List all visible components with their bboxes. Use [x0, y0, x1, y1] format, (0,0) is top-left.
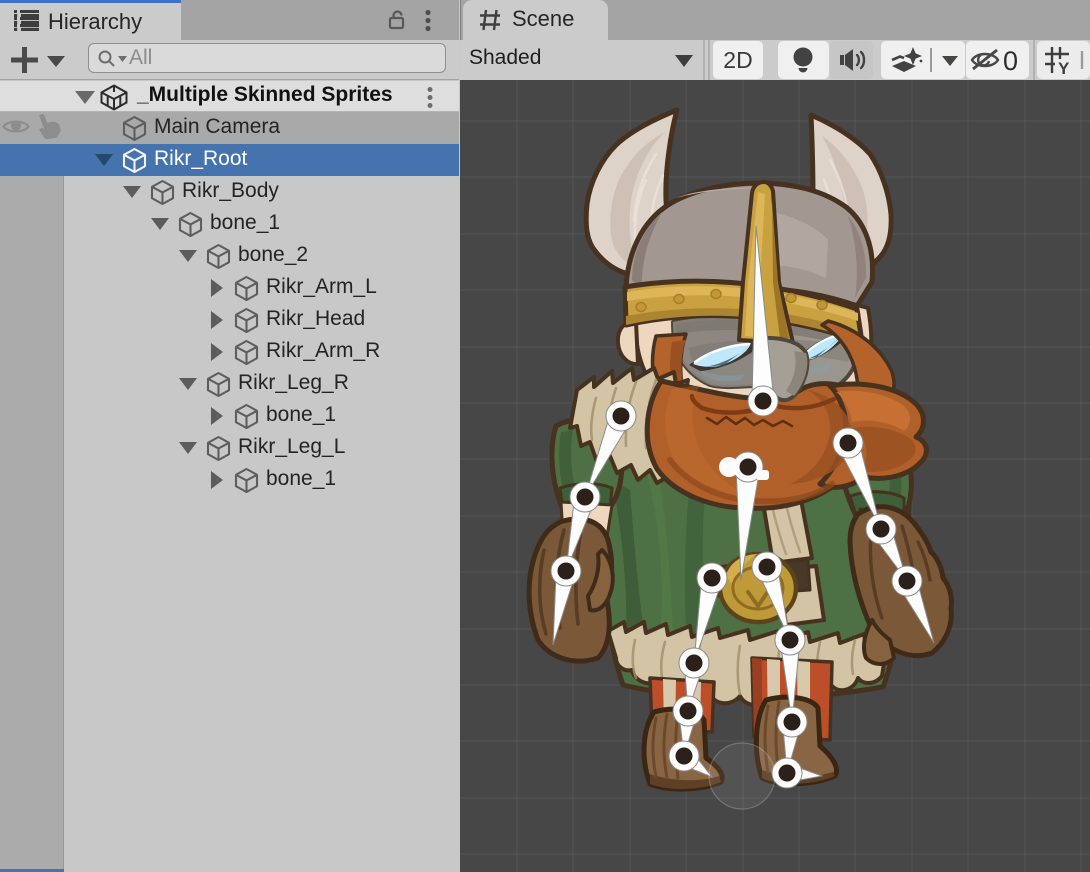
svg-text:0: 0	[1003, 46, 1018, 76]
svg-text:Y: Y	[1058, 59, 1070, 78]
